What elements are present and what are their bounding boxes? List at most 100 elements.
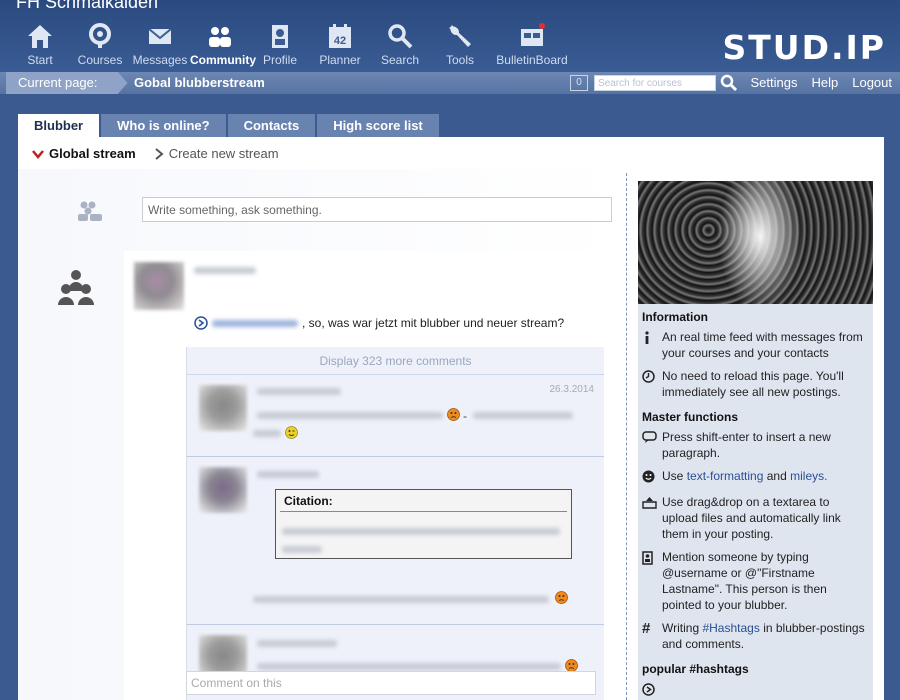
comment-text-line <box>257 412 443 419</box>
nav-search[interactable]: Search <box>370 22 430 67</box>
stream-column: , so, was war jetzt mit blubber und neue… <box>18 169 626 700</box>
breadcrumb-bar: Current page: Gobal blubberstream 0 Sett… <box>0 72 900 94</box>
formatting-text: Use text-formatting and mileys. <box>662 468 827 487</box>
popular-hashtag-item <box>638 678 873 700</box>
citation-title: Citation: <box>280 490 567 512</box>
mention-text: Mention someone by typing @username or @… <box>662 550 827 612</box>
info-text: No need to reload this page. You'll imme… <box>662 369 844 399</box>
community-icon <box>209 27 231 47</box>
nav-planner-label: Planner <box>319 53 361 67</box>
stream-subnav: Global stream Create new stream <box>32 146 279 161</box>
global-stream-link[interactable]: Global stream <box>32 146 136 161</box>
nav-courses[interactable]: Courses <box>70 22 130 67</box>
comment-item: 26.3.2014 - <box>187 375 604 457</box>
help-link[interactable]: Help <box>811 72 838 94</box>
group-icon <box>78 201 102 221</box>
smiley-icon <box>642 468 662 487</box>
post-author-avatar[interactable] <box>134 262 184 310</box>
comment-item: Citation: <box>187 457 604 625</box>
nav-messages-label: Messages <box>132 53 188 67</box>
person-card-icon <box>642 549 662 613</box>
comment-text-line <box>253 596 549 603</box>
comment-date: 26.3.2014 <box>549 384 595 395</box>
breadcrumb-current-page: Gobal blubberstream <box>134 75 265 90</box>
wrench-icon <box>449 25 471 47</box>
information-heading: Information <box>642 310 708 324</box>
nav-start[interactable]: Start <box>10 22 70 67</box>
nav-start-label: Start <box>27 53 53 67</box>
tab-high-score-list[interactable]: High score list <box>317 114 439 137</box>
create-stream-link[interactable]: Create new stream <box>154 146 279 161</box>
info-sidebar: Information An real time feed with messa… <box>638 181 873 700</box>
profile-icon <box>272 25 288 48</box>
chevron-right-icon <box>155 147 164 160</box>
settings-link[interactable]: Settings <box>751 72 798 94</box>
course-search-input[interactable] <box>594 75 716 91</box>
master-functions-heading: Master functions <box>642 410 739 424</box>
nav-planner[interactable]: 42 Planner <box>310 22 370 67</box>
angry-smiley-icon <box>447 408 460 421</box>
nav-profile[interactable]: Profile <box>250 22 310 67</box>
community-group-icon <box>58 270 94 305</box>
clock-icon <box>642 368 662 400</box>
search-icon <box>388 24 413 49</box>
global-stream-label: Global stream <box>49 146 136 161</box>
main-nav: Start Courses Messages Community Profile… <box>10 22 574 67</box>
column-divider <box>626 173 627 700</box>
nav-messages[interactable]: Messages <box>130 22 190 67</box>
logout-link[interactable]: Logout <box>852 72 892 94</box>
search-button-icon[interactable] <box>720 74 738 92</box>
mentioned-user-link[interactable] <box>212 319 298 327</box>
info-text: An real time feed with messages from you… <box>662 330 863 360</box>
drag-drop-text: Use drag&drop on a textarea to upload fi… <box>662 495 841 541</box>
comment-avatar[interactable] <box>199 467 247 513</box>
and-word: and <box>766 469 787 483</box>
tab-blubber[interactable]: Blubber <box>18 114 100 137</box>
tab-who-is-online[interactable]: Who is online? <box>101 114 226 137</box>
community-tabs: Blubber Who is online? Contacts High sco… <box>18 114 441 137</box>
nav-profile-label: Profile <box>262 53 297 67</box>
hashtags-link[interactable]: #Hashtags <box>702 621 759 635</box>
content-panel: Global stream Create new stream , so, wa… <box>18 137 884 700</box>
master-item: Mention someone by typing @username or @… <box>638 546 873 617</box>
calendar-badge: 42 <box>334 35 346 47</box>
info-item: No need to reload this page. You'll imme… <box>638 365 873 404</box>
post-author-name[interactable] <box>194 267 256 274</box>
courses-icon <box>89 23 111 48</box>
calendar-icon: 42 <box>329 24 351 48</box>
comments-list: Display 323 more comments 26.3.2014 - Ci… <box>186 347 604 700</box>
tab-contacts[interactable]: Contacts <box>227 114 316 137</box>
nav-bulletinboard-label: BulletinBoard <box>496 53 568 67</box>
comment-separator-dash: - <box>463 409 467 423</box>
compose-input[interactable] <box>142 197 612 222</box>
breadcrumb-label: Current page: <box>6 72 128 94</box>
nav-community[interactable]: Community <box>190 22 256 67</box>
comment-text-line <box>253 430 281 437</box>
angry-smiley-icon <box>555 591 568 604</box>
nav-tools[interactable]: Tools <box>430 22 490 67</box>
citation-text-line <box>282 528 560 535</box>
comment-avatar[interactable] <box>199 385 247 431</box>
info-item: An real time feed with messages from you… <box>638 326 873 365</box>
comment-input[interactable] <box>186 671 596 695</box>
comment-author[interactable] <box>257 640 337 647</box>
comment-text-line <box>473 412 573 419</box>
header-links: Settings Help Logout <box>751 72 893 94</box>
wink-smiley-icon <box>285 426 298 439</box>
chevron-down-icon <box>32 149 44 159</box>
smileys-link[interactable]: mileys. <box>790 469 827 483</box>
upload-icon <box>642 494 662 542</box>
display-more-comments[interactable]: Display 323 more comments <box>187 347 604 375</box>
hashtags-text: Writing #Hashtags in blubber-postings an… <box>662 620 867 652</box>
nav-bulletinboard[interactable]: BulletinBoard <box>490 22 574 67</box>
writing-prefix: Writing <box>662 621 700 635</box>
notification-count[interactable]: 0 <box>570 75 588 91</box>
comment-author[interactable] <box>257 471 319 478</box>
citation-text-line <box>282 546 322 553</box>
comment-author[interactable] <box>257 388 341 395</box>
nav-community-label: Community <box>190 53 256 67</box>
text-formatting-link[interactable]: text-formatting <box>687 469 764 483</box>
master-item: # Writing #Hashtags in blubber-postings … <box>638 617 873 656</box>
master-item: Use text-formatting and mileys. <box>638 465 873 491</box>
sidebar-image <box>638 181 873 304</box>
